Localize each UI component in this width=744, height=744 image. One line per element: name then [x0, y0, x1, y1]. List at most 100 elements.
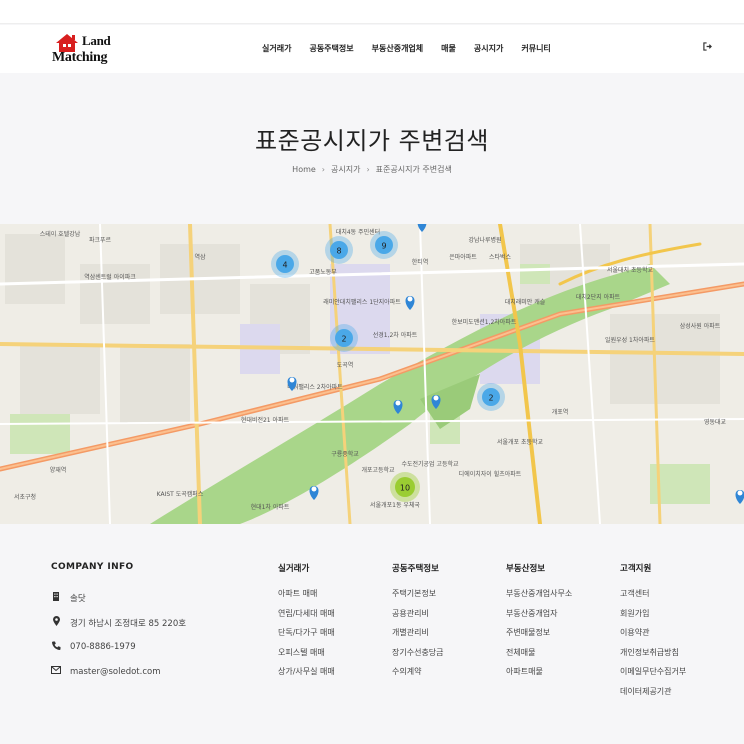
company-phone-row: 070-8886-1979	[51, 641, 136, 653]
footer-link[interactable]: 오피스텔 매매	[278, 647, 335, 658]
footer-link[interactable]: 단독/다가구 매매	[278, 627, 335, 638]
map-cluster[interactable]: 10	[390, 472, 420, 502]
breadcrumb: Home › 공시지가 › 표준공시지가 주변검색	[0, 164, 744, 175]
footer-col-title: 부동산정보	[506, 564, 546, 574]
svg-text:2: 2	[341, 335, 346, 344]
footer-link[interactable]: 회원가입	[620, 608, 686, 619]
map-cluster[interactable]: 2	[330, 324, 358, 352]
svg-text:개포역: 개포역	[552, 408, 569, 416]
svg-text:은마아파트: 은마아파트	[449, 253, 477, 261]
svg-text:4: 4	[282, 261, 287, 270]
footer-link[interactable]: 주변매물정보	[506, 627, 572, 638]
building-icon	[51, 592, 61, 604]
page-title: 표준공시지가 주변검색	[255, 127, 489, 155]
svg-text:래미안대치팰리스 1단지아파트: 래미안대치팰리스 1단지아파트	[323, 298, 401, 306]
footer-col-title: 고객지원	[620, 564, 652, 574]
envelope-icon	[51, 666, 61, 677]
footer-col-title: 공동주택정보	[392, 564, 439, 574]
svg-text:대치4동 주민센터: 대치4동 주민센터	[336, 228, 380, 236]
footer-link[interactable]: 공용관리비	[392, 608, 444, 619]
svg-text:삼성사원 아파트: 삼성사원 아파트	[680, 322, 721, 330]
footer-link[interactable]: 상가/사무실 매매	[278, 666, 335, 677]
nav-item-listings[interactable]: 매물	[441, 43, 456, 54]
nav-item-agencies[interactable]: 부동산중개업체	[372, 43, 424, 54]
company-phone[interactable]: 070-8886-1979	[70, 642, 136, 652]
footer-col-real-estate: 부동산정보 부동산중개업사무소 부동산중개업자 주변매물정보 전체매물 아파트매…	[506, 562, 572, 686]
svg-text:영동대교: 영동대교	[704, 418, 727, 426]
svg-text:서울개포 초등학교: 서울개포 초등학교	[497, 438, 544, 446]
company-email[interactable]: master@soledot.com	[70, 667, 160, 677]
svg-text:일원우성 1차아파트: 일원우성 1차아파트	[605, 336, 655, 344]
logo-text-land: Land	[82, 33, 111, 48]
svg-text:서초구청: 서초구청	[14, 493, 36, 501]
footer-col-title: 실거래가	[278, 564, 310, 574]
footer-link[interactable]: 개별관리비	[392, 627, 444, 638]
svg-text:역삼: 역삼	[194, 253, 206, 261]
breadcrumb-land-price[interactable]: 공시지가	[331, 165, 360, 174]
footer-link[interactable]: 데이터제공기관	[620, 686, 686, 697]
svg-text:대치래미안 캐슬: 대치래미안 캐슬	[505, 298, 546, 306]
map-cluster[interactable]: 4	[271, 250, 299, 278]
site-footer: COMPANY INFO 솔닷 경기 하남시 조정대로 85 220호 070-…	[0, 524, 744, 744]
footer-link[interactable]: 이용약관	[620, 627, 686, 638]
footer-link[interactable]: 수의계약	[392, 666, 444, 677]
footer-col-real-price: 실거래가 아파트 매매 연립/다세대 매매 단독/다가구 매매 오피스텔 매매 …	[278, 562, 335, 686]
footer-link[interactable]: 아파트 매매	[278, 588, 335, 599]
svg-text:10: 10	[400, 484, 410, 493]
svg-text:선경1,2차 아파트: 선경1,2차 아파트	[373, 331, 418, 339]
company-address-row: 경기 하남시 조정대로 85 220호	[51, 616, 186, 629]
nav-item-real-price[interactable]: 실거래가	[262, 43, 291, 54]
map-view[interactable]: 스테이 호텔강남 파크푸르 역삼 역삼센트럴 아이파크 고품노동부 대치4동 주…	[0, 224, 744, 524]
company-name: 솔닷	[70, 594, 86, 604]
footer-link[interactable]: 부동산중개업사무소	[506, 588, 572, 599]
footer-link[interactable]: 주택기본정보	[392, 588, 444, 599]
footer-link[interactable]: 개인정보취급방침	[620, 647, 686, 658]
site-logo[interactable]: Land Matching	[52, 31, 122, 69]
sign-out-icon[interactable]	[703, 42, 712, 54]
svg-text:디에이치자이 힐츠아파트: 디에이치자이 힐츠아파트	[459, 470, 522, 478]
company-name-row: 솔닷	[51, 592, 86, 604]
svg-text:대치2단지 아파트: 대치2단지 아파트	[576, 293, 621, 301]
breadcrumb-current: 표준공시지가 주변검색	[375, 165, 452, 174]
page-hero: 표준공시지가 주변검색 Home › 공시지가 › 표준공시지가 주변검색	[0, 73, 744, 224]
footer-col-apartment-info: 공동주택정보 주택기본정보 공용관리비 개별관리비 장기수선충당금 수의계약	[392, 562, 444, 686]
svg-text:개포고등학교: 개포고등학교	[361, 466, 395, 474]
svg-text:양재역: 양재역	[50, 466, 67, 474]
svg-text:고품노동부: 고품노동부	[309, 269, 337, 276]
footer-link[interactable]: 연립/다세대 매매	[278, 608, 335, 619]
footer-link[interactable]: 아파트매물	[506, 666, 572, 677]
svg-text:서울개포1동 우체국: 서울개포1동 우체국	[370, 501, 420, 509]
svg-text:도곡역: 도곡역	[337, 361, 354, 369]
footer-link[interactable]: 부동산중개업자	[506, 608, 572, 619]
chevron-right-icon: ›	[366, 165, 370, 174]
map-canvas[interactable]: 스테이 호텔강남 파크푸르 역삼 역삼센트럴 아이파크 고품노동부 대치4동 주…	[0, 224, 744, 524]
breadcrumb-home[interactable]: Home	[292, 165, 316, 174]
map-cluster[interactable]: 8	[325, 236, 353, 264]
footer-link[interactable]: 전체매물	[506, 647, 572, 658]
svg-text:현대1차 아파트: 현대1차 아파트	[251, 503, 290, 511]
footer-link[interactable]: 고객센터	[620, 588, 686, 599]
logo-text-matching: Matching	[52, 50, 108, 65]
nav-item-land-price[interactable]: 공시지가	[474, 43, 503, 54]
company-email-row: master@soledot.com	[51, 666, 160, 677]
map-marker-icon	[51, 616, 61, 629]
svg-text:구룡중학교: 구룡중학교	[331, 450, 359, 458]
svg-text:수도전기공업 고등학교: 수도전기공업 고등학교	[401, 460, 459, 468]
svg-text:현대비전21 아파트: 현대비전21 아파트	[241, 416, 290, 424]
map-cluster[interactable]: 2	[477, 383, 505, 411]
svg-text:스테이 호텔강남: 스테이 호텔강남	[40, 230, 81, 238]
nav-item-community[interactable]: 커뮤니티	[521, 43, 550, 54]
company-address: 경기 하남시 조정대로 85 220호	[70, 618, 187, 629]
map-cluster[interactable]: 9	[370, 231, 398, 259]
chevron-right-icon: ›	[321, 165, 325, 174]
footer-link[interactable]: 이메일무단수집거부	[620, 666, 686, 677]
svg-text:스타벅스: 스타벅스	[489, 253, 512, 261]
svg-text:서울대치 초등학교: 서울대치 초등학교	[607, 266, 654, 274]
svg-text:한보미도맨션1,2차아파트: 한보미도맨션1,2차아파트	[452, 318, 517, 326]
footer-link[interactable]: 장기수선충당금	[392, 647, 444, 658]
nav-item-apartment-info[interactable]: 공동주택정보	[309, 43, 353, 54]
company-info-title: COMPANY INFO	[51, 562, 134, 572]
footer-col-support: 고객지원 고객센터 회원가입 이용약관 개인정보취급방침 이메일무단수집거부 데…	[620, 562, 686, 705]
svg-text:역삼센트럴 아이파크: 역삼센트럴 아이파크	[84, 273, 136, 281]
svg-text:9: 9	[381, 242, 386, 251]
